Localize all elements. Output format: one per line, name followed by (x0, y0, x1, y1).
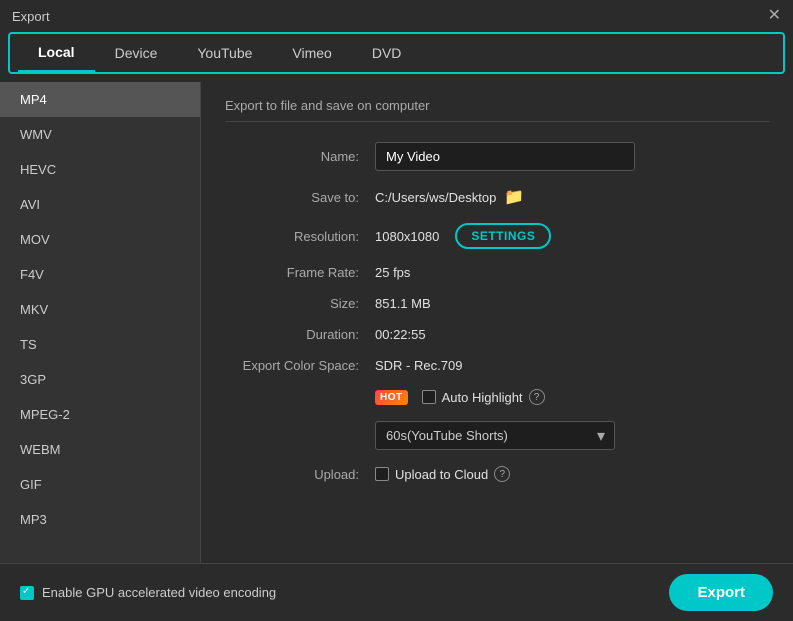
hot-badge: HOT (375, 390, 408, 405)
format-ts[interactable]: TS (0, 327, 200, 362)
panel-title: Export to file and save on computer (225, 98, 769, 122)
resolution-label: Resolution: (225, 229, 375, 244)
format-mp4[interactable]: MP4 (0, 82, 200, 117)
auto-highlight-label: Auto Highlight (442, 390, 523, 405)
resolution-row: Resolution: 1080x1080 SETTINGS (225, 223, 769, 249)
color-space-row: Export Color Space: SDR - Rec.709 (225, 358, 769, 373)
settings-button[interactable]: SETTINGS (455, 223, 551, 249)
close-button[interactable]: ✕ (768, 8, 781, 24)
auto-highlight-container: HOT Auto Highlight ? (375, 389, 545, 405)
color-space-value: SDR - Rec.709 (375, 358, 462, 373)
size-label: Size: (225, 296, 375, 311)
highlight-duration-dropdown[interactable]: 60s(YouTube Shorts) 30s 15s Custom (375, 421, 615, 450)
format-wmv[interactable]: WMV (0, 117, 200, 152)
tab-bar: Local Device YouTube Vimeo DVD (8, 32, 785, 74)
frame-rate-value: 25 fps (375, 265, 410, 280)
format-gif[interactable]: GIF (0, 467, 200, 502)
tab-vimeo[interactable]: Vimeo (272, 35, 351, 71)
format-mpeg2[interactable]: MPEG-2 (0, 397, 200, 432)
save-to-row: Save to: C:/Users/ws/Desktop 📁 (225, 187, 769, 207)
window-title: Export (12, 9, 50, 24)
highlight-duration-dropdown-wrapper: 60s(YouTube Shorts) 30s 15s Custom (375, 421, 615, 450)
export-panel: Export to file and save on computer Name… (201, 82, 793, 563)
save-path-value: C:/Users/ws/Desktop (375, 190, 496, 205)
format-mp3[interactable]: MP3 (0, 502, 200, 537)
folder-icon[interactable]: 📁 (504, 187, 524, 207)
format-hevc[interactable]: HEVC (0, 152, 200, 187)
frame-rate-row: Frame Rate: 25 fps (225, 265, 769, 280)
upload-row: Upload: Upload to Cloud ? (225, 466, 769, 482)
gpu-checkbox[interactable] (20, 586, 34, 600)
tab-local[interactable]: Local (18, 34, 95, 72)
name-label: Name: (225, 149, 375, 164)
tab-youtube[interactable]: YouTube (177, 35, 272, 71)
size-value: 851.1 MB (375, 296, 431, 311)
size-row: Size: 851.1 MB (225, 296, 769, 311)
title-bar: Export ✕ (0, 0, 793, 32)
upload-container: Upload to Cloud ? (375, 466, 510, 482)
frame-rate-label: Frame Rate: (225, 265, 375, 280)
upload-cloud-checkbox[interactable] (375, 467, 389, 481)
duration-value: 00:22:55 (375, 327, 426, 342)
save-to-label: Save to: (225, 190, 375, 205)
bottom-bar: Enable GPU accelerated video encoding Ex… (0, 563, 793, 621)
gpu-row: Enable GPU accelerated video encoding (20, 585, 276, 600)
export-window: Export ✕ Local Device YouTube Vimeo DVD … (0, 0, 793, 621)
duration-label: Duration: (225, 327, 375, 342)
save-path-container: C:/Users/ws/Desktop 📁 (375, 187, 524, 207)
auto-highlight-help-icon[interactable]: ? (529, 389, 545, 405)
format-f4v[interactable]: F4V (0, 257, 200, 292)
duration-row: Duration: 00:22:55 (225, 327, 769, 342)
tab-device[interactable]: Device (95, 35, 178, 71)
format-list: MP4 WMV HEVC AVI MOV F4V MKV TS 3GP MPEG… (0, 82, 200, 563)
upload-cloud-label: Upload to Cloud (395, 467, 488, 482)
name-input[interactable] (375, 142, 635, 171)
format-mov[interactable]: MOV (0, 222, 200, 257)
highlight-duration-row: 60s(YouTube Shorts) 30s 15s Custom (225, 421, 769, 450)
auto-highlight-checkbox[interactable] (422, 390, 436, 404)
format-mkv[interactable]: MKV (0, 292, 200, 327)
format-avi[interactable]: AVI (0, 187, 200, 222)
name-row: Name: (225, 142, 769, 171)
content-area: MP4 WMV HEVC AVI MOV F4V MKV TS 3GP MPEG… (0, 82, 793, 563)
export-button[interactable]: Export (669, 574, 773, 611)
resolution-value: 1080x1080 (375, 229, 439, 244)
tab-dvd[interactable]: DVD (352, 35, 422, 71)
format-3gp[interactable]: 3GP (0, 362, 200, 397)
auto-highlight-row: HOT Auto Highlight ? (225, 389, 769, 405)
format-webm[interactable]: WEBM (0, 432, 200, 467)
gpu-label: Enable GPU accelerated video encoding (42, 585, 276, 600)
upload-label: Upload: (225, 467, 375, 482)
color-space-label: Export Color Space: (225, 358, 375, 373)
upload-help-icon[interactable]: ? (494, 466, 510, 482)
